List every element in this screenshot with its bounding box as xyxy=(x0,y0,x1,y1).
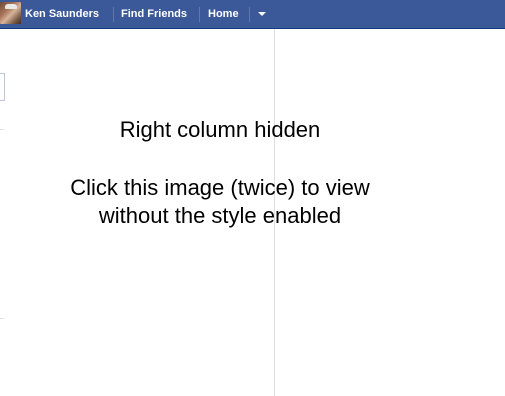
profile-avatar[interactable] xyxy=(0,2,21,24)
profile-name-link[interactable]: Ken Saunders xyxy=(25,7,99,21)
nav-separator xyxy=(113,7,114,22)
notice-instruction-line1[interactable]: Click this image (twice) to view xyxy=(0,176,440,200)
notice-heading[interactable]: Right column hidden xyxy=(0,118,440,142)
nav-separator xyxy=(249,7,250,22)
nav-separator xyxy=(199,7,200,22)
notice-instruction-line2[interactable]: without the style enabled xyxy=(0,204,440,228)
left-column-box xyxy=(0,73,5,101)
top-navigation-bar: Ken Saunders Find Friends Home xyxy=(0,0,505,29)
chevron-down-icon[interactable] xyxy=(258,12,266,16)
home-link[interactable]: Home xyxy=(208,7,239,21)
left-column-divider xyxy=(0,318,4,319)
find-friends-link[interactable]: Find Friends xyxy=(121,7,187,21)
avatar-cap-detail xyxy=(5,4,17,9)
